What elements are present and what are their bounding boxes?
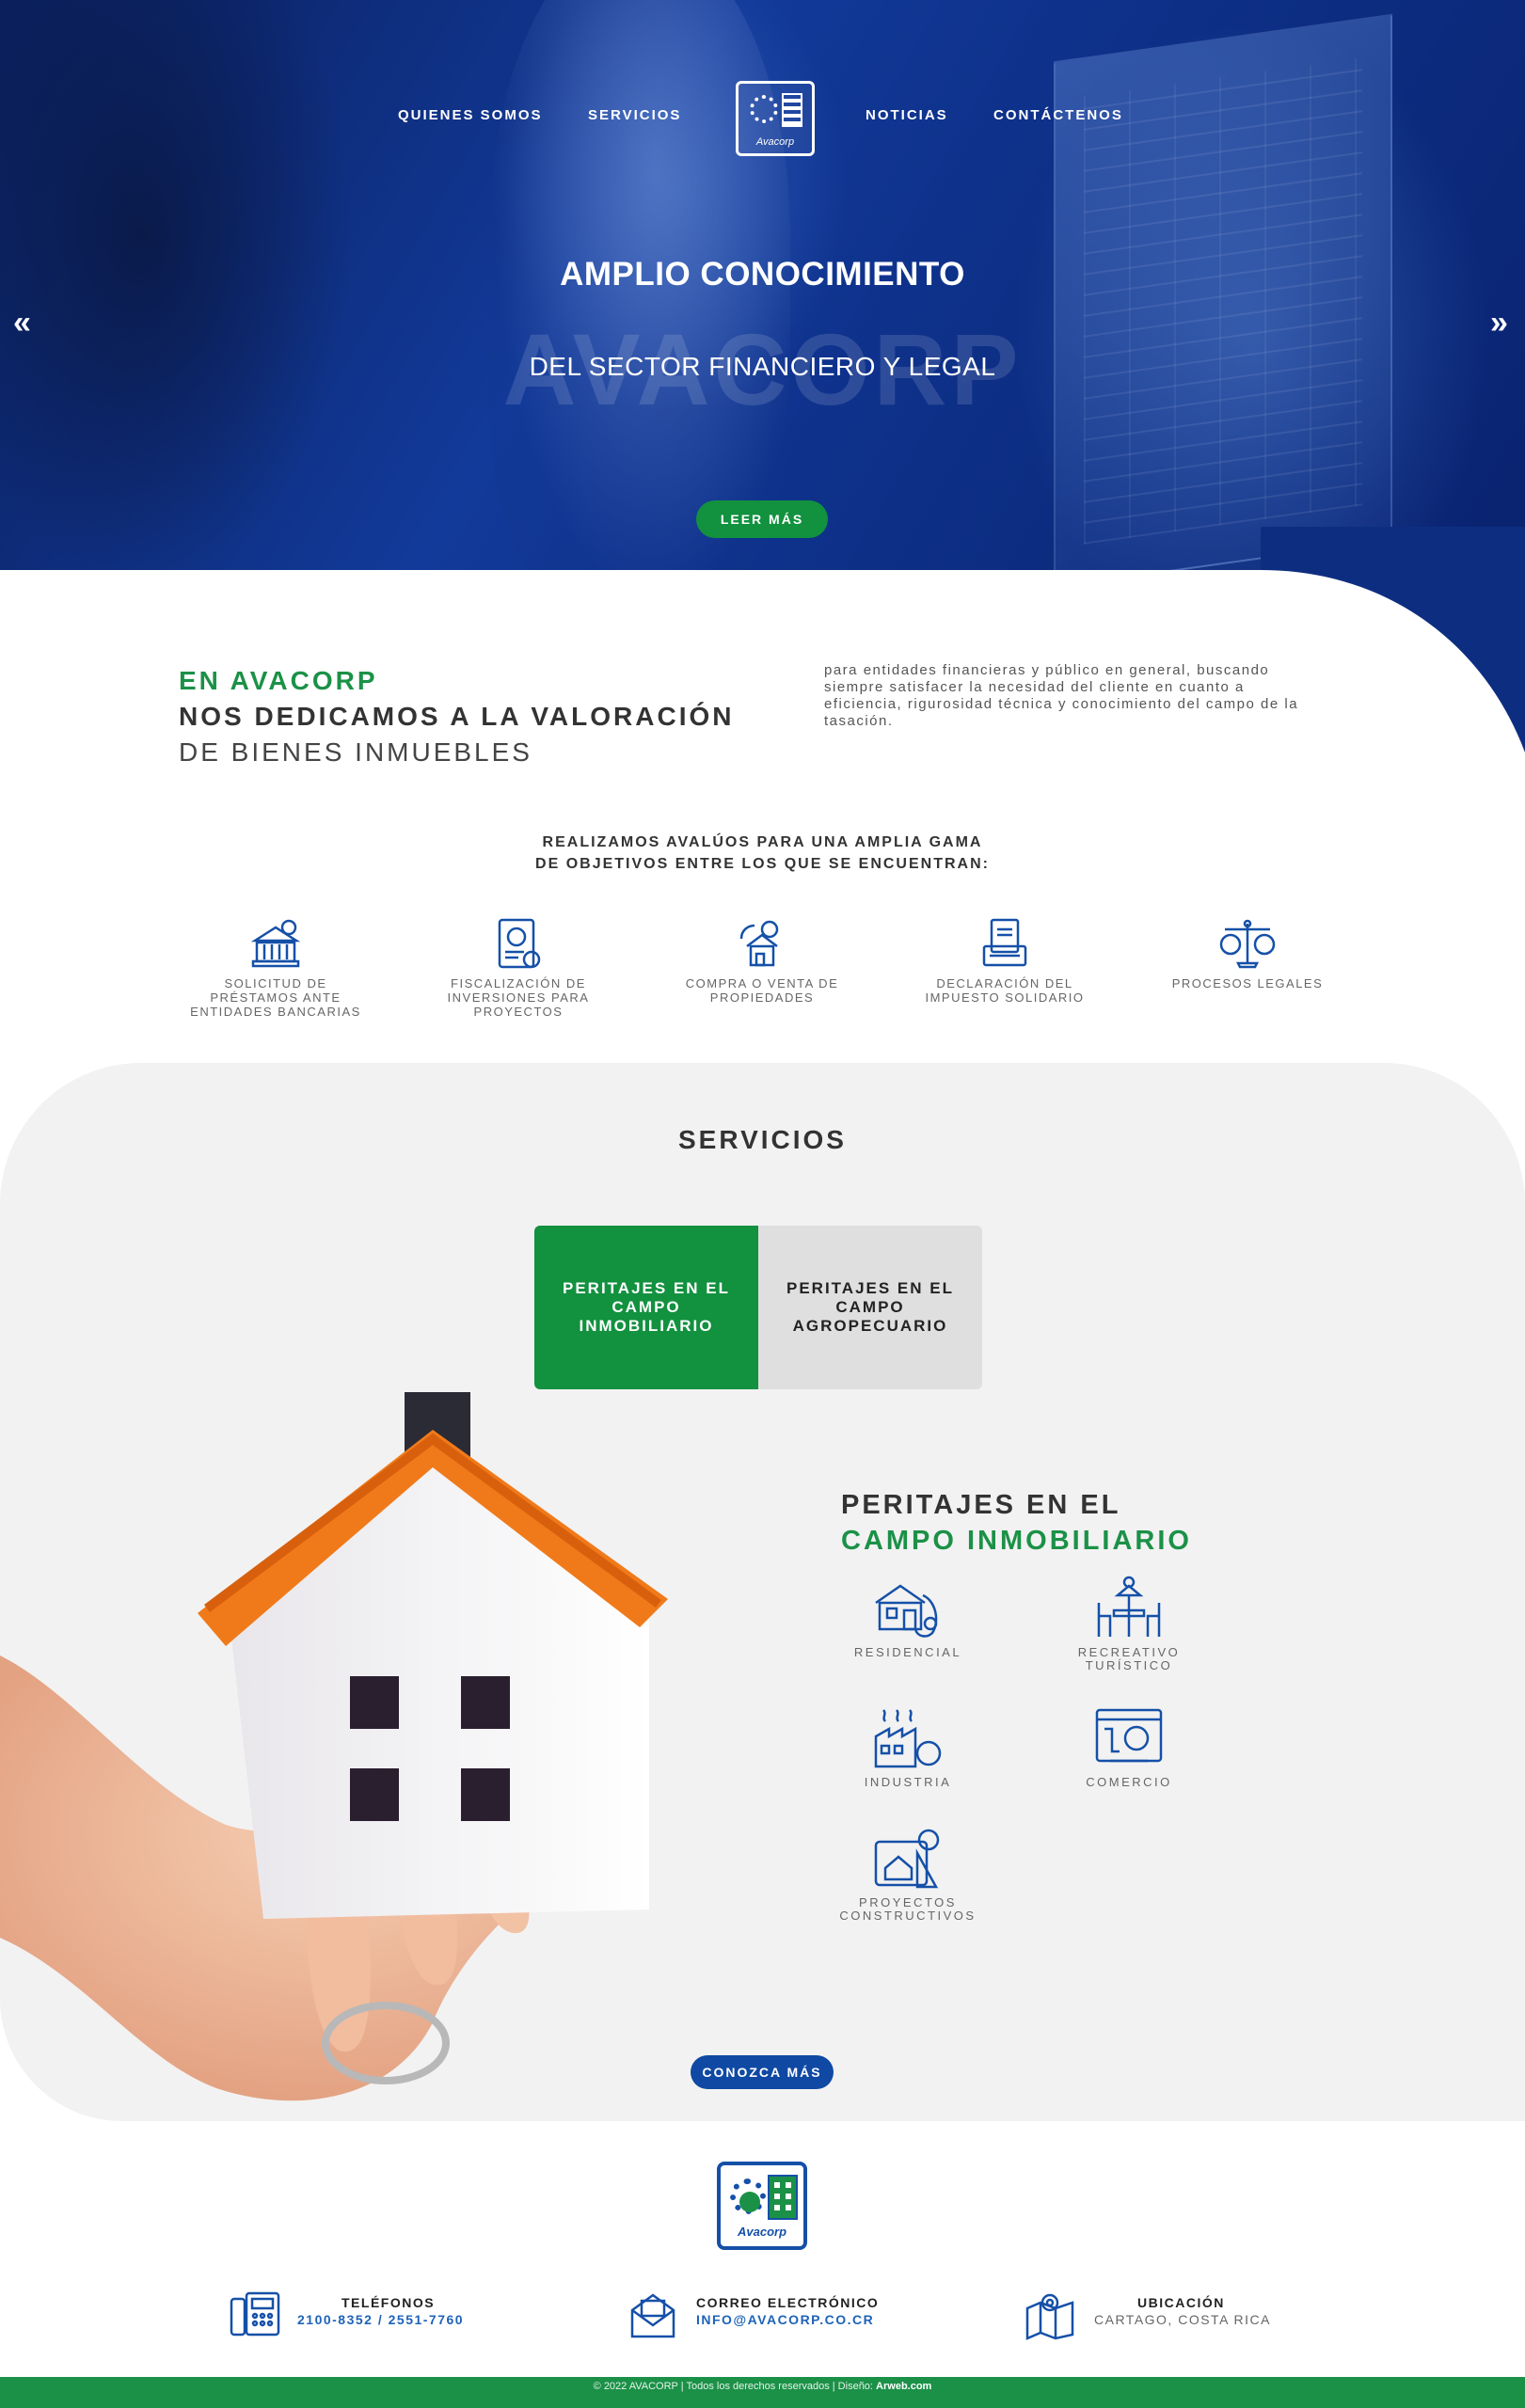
- phones-value[interactable]: 2100-8352 / 2551-7760: [297, 2312, 464, 2327]
- house-exchange-icon: [739, 920, 779, 967]
- about-heading-light: DE BIENES INMUEBLES: [179, 737, 532, 767]
- email-icon: [630, 2293, 675, 2338]
- slider-next-arrow-icon[interactable]: »: [1490, 305, 1508, 341]
- location-title: UBICACIÓN: [1137, 2295, 1225, 2310]
- commerce-icon: [1095, 1708, 1163, 1763]
- service-item-proyectos[interactable]: PROYECTOS CONSTRUCTIVOS: [828, 1825, 988, 1923]
- service-item-label: RESIDENCIAL: [853, 1645, 962, 1659]
- service-item-label: RECREATIVO TURÍSTICO: [1077, 1645, 1181, 1672]
- objectives-heading-line1: REALIZAMOS AVALÚOS PARA UNA AMPLIA GAMA: [542, 834, 983, 850]
- objective-item: COMPRA O VENTA DE PROPIEDADES: [668, 918, 856, 1005]
- scale-icon: [1219, 919, 1276, 969]
- service-item-residencial[interactable]: RESIDENCIAL: [828, 1575, 988, 1659]
- nav-contactenos[interactable]: CONTÁCTENOS: [993, 107, 1123, 123]
- objective-label: SOLICITUD DE PRÉSTAMOS ANTE ENTIDADES BA…: [190, 976, 361, 1019]
- blueprint-icon: [874, 1829, 940, 1889]
- about-heading-bold: NOS DEDICAMOS A LA VALORACIÓN: [179, 702, 735, 731]
- objective-item: FISCALIZACIÓN DE INVERSIONES PARA PROYEC…: [424, 918, 612, 1019]
- objective-label: DECLARACIÓN DEL IMPUESTO SOLIDARIO: [925, 976, 1085, 1005]
- hero-title: AMPLIO CONOCIMIENTO: [560, 256, 965, 293]
- residential-icon: [875, 1584, 938, 1638]
- objective-item: DECLARACIÓN DEL IMPUESTO SOLIDARIO: [911, 918, 1099, 1005]
- panel-title-line1: PERITAJES EN EL: [841, 1490, 1121, 1520]
- service-item-label: COMERCIO: [1086, 1775, 1172, 1789]
- objective-label: COMPRA O VENTA DE PROPIEDADES: [685, 976, 839, 1005]
- footer-logo[interactable]: Avacorp: [717, 2162, 807, 2250]
- objective-label: PROCESOS LEGALES: [1171, 976, 1324, 990]
- service-item-comercio[interactable]: COMERCIO: [1049, 1704, 1209, 1789]
- designer-link[interactable]: Arweb.com: [876, 2381, 931, 2392]
- location-value: CARTAGO, COSTA RICA: [1094, 2312, 1271, 2327]
- email-title: CORREO ELECTRÓNICO: [696, 2295, 880, 2310]
- header-logo[interactable]: Avacorp: [736, 81, 815, 156]
- recreation-icon: [1097, 1576, 1161, 1637]
- services-title: SERVICIOS: [678, 1125, 847, 1154]
- objective-label: FISCALIZACIÓN DE INVERSIONES PARA PROYEC…: [447, 976, 590, 1019]
- objectives-heading-line2: DE OBJETIVOS ENTRE LOS QUE SE ENCUENTRAN…: [535, 856, 990, 872]
- factory-icon: [874, 1709, 942, 1768]
- logo-building-icon: [782, 93, 802, 127]
- objective-item: PROCESOS LEGALES: [1153, 918, 1342, 990]
- hero-banner: QUIENES SOMOS SERVICIOS Avacorp NOTICIAS…: [0, 0, 1525, 570]
- phones-title: TELÉFONOS: [342, 2295, 436, 2310]
- footer-logo-tree-icon: [739, 2192, 760, 2212]
- nav-quienes-somos[interactable]: QUIENES SOMOS: [398, 107, 543, 123]
- nav-servicios[interactable]: SERVICIOS: [588, 107, 681, 123]
- nav-noticias[interactable]: NOTICIAS: [866, 107, 948, 123]
- logo-gear-icon: [750, 95, 778, 123]
- objective-item: SOLICITUD DE PRÉSTAMOS ANTE ENTIDADES BA…: [182, 918, 370, 1019]
- footer-logo-building-icon: [768, 2175, 798, 2220]
- copyright-text: © 2022 AVACORP | Todos los derechos rese…: [593, 2381, 873, 2392]
- location-icon: [1025, 2293, 1074, 2340]
- service-item-recreativo[interactable]: RECREATIVO TURÍSTICO: [1049, 1575, 1209, 1672]
- panel-title-line2: CAMPO INMOBILIARIO: [841, 1526, 1192, 1556]
- tab-campo-inmobiliario[interactable]: PERITAJES EN EL CAMPO INMOBILIARIO: [534, 1226, 758, 1389]
- tab-campo-agropecuario[interactable]: PERITAJES EN EL CAMPO AGROPECUARIO: [758, 1226, 982, 1389]
- hero-curve-divider: [0, 527, 1525, 771]
- about-paragraph: para entidades financieras y público en …: [824, 662, 1299, 729]
- email-value[interactable]: INFO@AVACORP.CO.CR: [696, 2312, 874, 2327]
- footer-logo-text: Avacorp: [737, 2225, 787, 2239]
- bank-icon: [250, 919, 301, 968]
- about-heading-green: EN AVACORP: [179, 666, 378, 695]
- slider-prev-arrow-icon[interactable]: «: [13, 305, 31, 341]
- service-item-label: PROYECTOS CONSTRUCTIVOS: [839, 1895, 977, 1923]
- service-item-label: INDUSTRIA: [864, 1775, 952, 1789]
- conozca-mas-button[interactable]: CONOZCA MÁS: [691, 2055, 834, 2089]
- tax-document-icon: [982, 918, 1027, 967]
- objectives-heading: REALIZAMOS AVALÚOS PARA UNA AMPLIA GAMA …: [0, 832, 1525, 875]
- service-item-industria[interactable]: INDUSTRIA: [828, 1704, 988, 1789]
- logo-text: Avacorp: [755, 136, 795, 148]
- hero-subtitle: DEL SECTOR FINANCIERO Y LEGAL: [529, 352, 996, 381]
- phone-icon: [230, 2291, 280, 2337]
- tablet-chart-icon: [498, 918, 541, 969]
- copyright-bar: © 2022 AVACORP | Todos los derechos rese…: [0, 2377, 1525, 2408]
- house-in-hand-image: [0, 1373, 790, 2121]
